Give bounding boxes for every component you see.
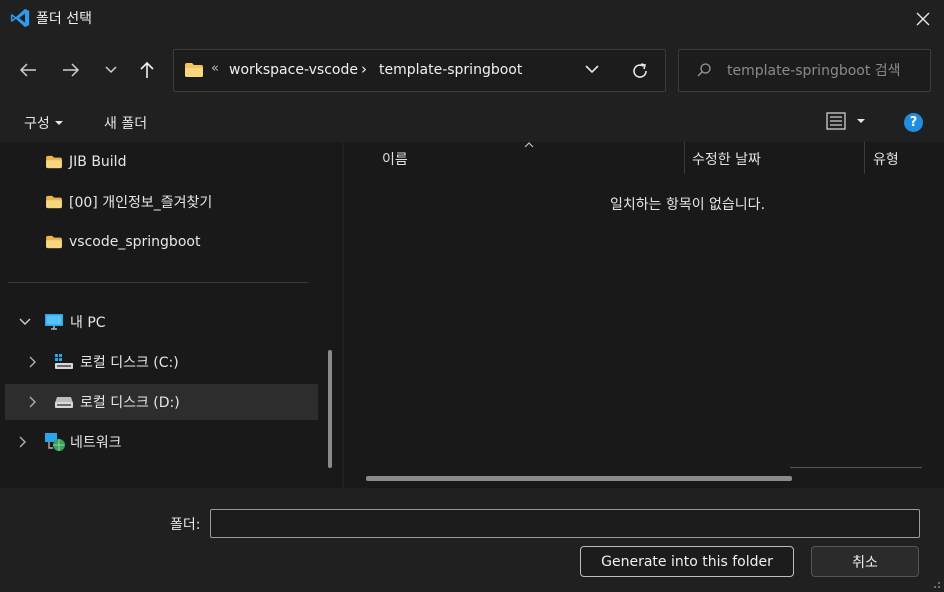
chevron-down-icon <box>105 66 117 74</box>
new-folder-button[interactable]: 새 폴더 <box>104 113 147 133</box>
breadcrumb-separator-icon[interactable]: › <box>361 60 367 78</box>
folder-name-input[interactable] <box>210 509 920 538</box>
navigation-bar: « workspace-vscode › template-springboot <box>0 36 944 102</box>
column-header-date-modified[interactable]: 수정한 날짜 <box>692 149 761 169</box>
horizontal-scrollbar-thumb[interactable] <box>366 476 792 481</box>
recent-locations-button[interactable] <box>96 56 126 84</box>
forward-button[interactable] <box>56 56 86 84</box>
breadcrumb-current[interactable]: template-springboot <box>379 62 522 78</box>
organize-label: 구성 <box>24 116 50 132</box>
computer-icon <box>45 314 63 330</box>
drive-icon <box>55 397 73 408</box>
help-icon: ? <box>909 115 918 130</box>
caret-down-icon <box>857 119 865 123</box>
breadcrumb-overflow[interactable]: « <box>211 61 219 76</box>
chevron-down-icon[interactable] <box>19 318 31 326</box>
sidebar-item-label: 로컬 디스크 (D:) <box>80 395 180 411</box>
column-divider[interactable] <box>684 142 685 174</box>
close-button[interactable] <box>910 6 936 32</box>
generate-into-folder-button[interactable]: Generate into this folder <box>580 546 794 577</box>
sidebar-item-jib-build[interactable]: JIB Build <box>5 144 318 180</box>
sort-ascending-icon <box>524 142 534 148</box>
caret-down-icon <box>54 121 63 125</box>
chevron-right-icon[interactable] <box>19 436 27 448</box>
search-input[interactable] <box>727 60 927 82</box>
command-bar: 구성 새 폴더 ? <box>0 102 944 142</box>
folder-icon <box>46 155 62 169</box>
up-button[interactable] <box>132 56 162 84</box>
sidebar-item-label: vscode_springboot <box>69 234 201 250</box>
sidebar-divider <box>8 282 308 283</box>
sidebar-scrollbar-thumb[interactable] <box>328 350 332 468</box>
folder-icon <box>185 63 203 77</box>
title-bar: 폴더 선택 <box>0 0 944 36</box>
network-icon <box>45 433 65 451</box>
refresh-icon[interactable] <box>630 61 650 81</box>
folder-field-label: 폴더: <box>170 517 201 533</box>
resize-grip-icon[interactable] <box>931 579 941 589</box>
system-drive-icon <box>55 354 73 369</box>
cancel-button[interactable]: 취소 <box>811 546 919 577</box>
file-list: 이름 수정한 날짜 유형 일치하는 항목이 없습니다. <box>344 142 944 488</box>
folder-icon <box>46 195 62 209</box>
dialog-footer: 폴더: Generate into this folder 취소 <box>0 488 944 592</box>
close-icon <box>916 12 930 26</box>
column-header-name[interactable]: 이름 <box>382 149 408 169</box>
navigation-pane: JIB Build [00] 개인정보_즐겨찾기 vscode_springbo… <box>0 142 336 488</box>
sidebar-item-label: JIB Build <box>69 154 127 170</box>
empty-folder-message: 일치하는 항목이 없습니다. <box>609 197 766 213</box>
chevron-right-icon[interactable] <box>29 396 37 408</box>
arrow-left-icon <box>19 63 36 77</box>
sidebar-item-vscode-springboot[interactable]: vscode_springboot <box>5 224 318 260</box>
column-header-type[interactable]: 유형 <box>873 149 899 169</box>
view-options-button[interactable] <box>826 112 866 130</box>
folder-icon <box>46 235 62 249</box>
chevron-right-icon[interactable] <box>29 356 37 368</box>
search-box[interactable] <box>678 49 931 92</box>
arrow-up-icon <box>140 61 154 78</box>
address-dropdown-icon[interactable] <box>584 63 600 75</box>
window-title: 폴더 선택 <box>36 11 92 27</box>
sidebar-item-label: [00] 개인정보_즐겨찾기 <box>69 195 213 211</box>
details-view-icon <box>826 112 846 130</box>
sidebar-item-network[interactable]: 네트워크 <box>5 424 318 460</box>
search-icon <box>697 63 711 77</box>
vscode-icon <box>10 8 30 28</box>
organize-menu-button[interactable]: 구성 <box>24 113 64 133</box>
sidebar-item-favorites[interactable]: [00] 개인정보_즐겨찾기 <box>5 184 318 220</box>
sidebar-item-drive-c[interactable]: 로컬 디스크 (C:) <box>5 344 318 380</box>
sidebar-item-label: 로컬 디스크 (C:) <box>80 355 179 371</box>
sidebar-item-label: 내 PC <box>70 315 106 331</box>
help-button[interactable]: ? <box>904 113 923 132</box>
address-bar[interactable]: « workspace-vscode › template-springboot <box>173 49 666 92</box>
sidebar-item-label: 네트워크 <box>70 435 122 451</box>
back-button[interactable] <box>13 56 43 84</box>
scrollbar-track <box>790 467 922 468</box>
sidebar-item-drive-d[interactable]: 로컬 디스크 (D:) <box>5 384 318 420</box>
arrow-right-icon <box>63 63 80 77</box>
breadcrumb-workspace[interactable]: workspace-vscode <box>229 62 358 78</box>
sidebar-item-this-pc[interactable]: 내 PC <box>5 304 318 340</box>
column-divider[interactable] <box>864 142 865 174</box>
